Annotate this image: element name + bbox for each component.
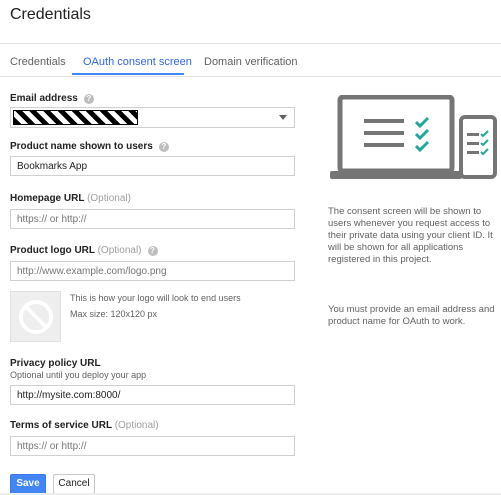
page-title: Credentials: [10, 6, 91, 23]
tab-oauth-consent-screen[interactable]: OAuth consent screen: [83, 56, 192, 68]
phone-icon: [459, 115, 497, 179]
product-name-label: Product name shown to users?: [10, 141, 169, 152]
help-icon[interactable]: ?: [158, 142, 169, 152]
help-icon[interactable]: ?: [83, 94, 94, 104]
header-divider: [0, 43, 501, 44]
dropdown-caret-icon: [279, 115, 287, 120]
redacted-email-value: [13, 110, 138, 125]
homepage-url-label-text: Homepage URL: [10, 193, 85, 204]
tabs-divider: [0, 76, 501, 77]
homepage-url-label: Homepage URL (Optional): [10, 193, 131, 204]
privacy-policy-sublabel: Optional until you deploy your app: [10, 370, 147, 380]
logo-preview: [10, 291, 61, 342]
privacy-policy-url-input[interactable]: http://mysite.com:8000/: [10, 385, 295, 405]
requirement-info: You must provide an email address and pr…: [328, 304, 495, 327]
logo-preview-note: This is how your logo will look to end u…: [70, 293, 241, 303]
active-tab-indicator: [72, 73, 184, 75]
optional-hint: (Optional): [87, 193, 131, 204]
no-image-icon: [19, 300, 53, 334]
email-address-label: Email address?: [10, 93, 94, 104]
product-name-label-text: Product name shown to users: [10, 141, 153, 152]
terms-of-service-url-input[interactable]: https:// or http://: [10, 436, 295, 456]
save-button[interactable]: Save: [10, 474, 46, 494]
product-logo-url-label: Product logo URL (Optional)?: [10, 245, 158, 256]
email-address-label-text: Email address: [10, 93, 78, 104]
product-logo-url-label-text: Product logo URL: [10, 245, 95, 256]
tab-domain-verification[interactable]: Domain verification: [204, 56, 298, 68]
consent-screen-illustration: [330, 95, 497, 179]
terms-of-service-url-label: Terms of service URL (Optional): [10, 420, 159, 431]
privacy-policy-url-label: Privacy policy URL: [10, 358, 101, 369]
terms-of-service-url-label-text: Terms of service URL: [10, 420, 112, 431]
logo-max-size: Max size: 120x120 px: [70, 309, 158, 319]
email-address-select[interactable]: [10, 107, 295, 128]
help-icon[interactable]: ?: [147, 246, 158, 256]
product-logo-url-input[interactable]: http://www.example.com/logo.png: [10, 261, 295, 281]
product-name-input[interactable]: Bookmarks App: [10, 156, 295, 176]
tab-credentials[interactable]: Credentials: [10, 56, 66, 68]
cancel-button[interactable]: Cancel: [53, 474, 95, 494]
consent-screen-info: The consent screen will be shown to user…: [328, 206, 493, 265]
optional-hint: (Optional): [97, 245, 142, 256]
optional-hint: (Optional): [114, 420, 159, 431]
homepage-url-input[interactable]: https:// or http://: [10, 209, 295, 229]
laptop-icon: [330, 95, 462, 179]
